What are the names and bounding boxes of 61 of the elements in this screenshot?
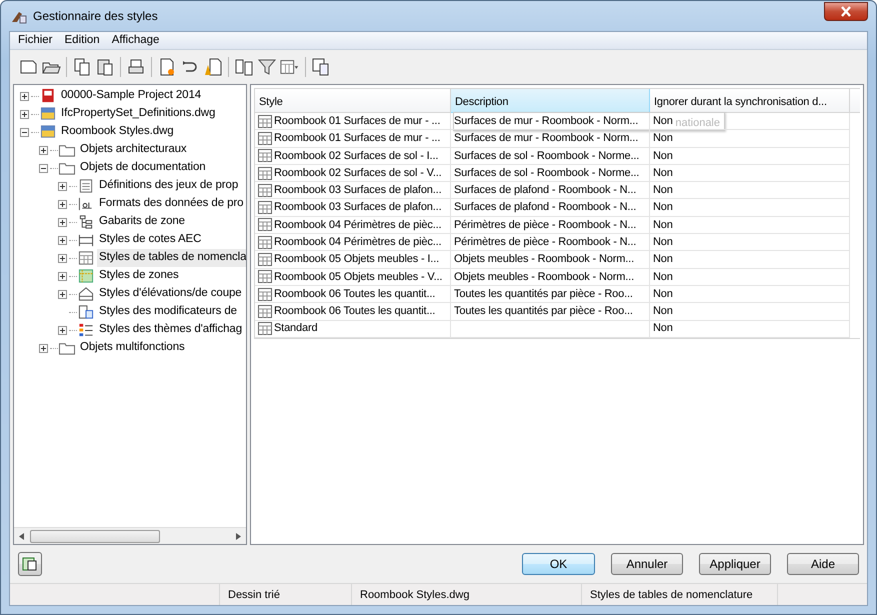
status-text: Dessin trié xyxy=(220,584,352,605)
table-cell: Roombook 03 Surfaces de plafon... xyxy=(255,199,451,217)
tree-item[interactable]: Styles des thèmes d'affichag xyxy=(97,321,244,339)
table-cell: Objets meubles - Roombook - Norm... xyxy=(451,268,650,286)
tree-item[interactable]: Définitions des jeux de prop xyxy=(97,177,240,195)
table-cell: Non xyxy=(650,251,850,269)
table-cell: Roombook 03 Surfaces de plafon... xyxy=(255,182,451,200)
table-cell: Non xyxy=(650,164,850,182)
table-cell: Roombook 01 Surfaces de mur - ... xyxy=(255,113,451,130)
menu-item[interactable]: Edition xyxy=(58,32,106,50)
dialog-button[interactable]: Annuler xyxy=(611,553,683,575)
dialog-button[interactable]: Aide xyxy=(787,553,859,575)
table-cell: Non xyxy=(650,286,850,304)
menu-item[interactable]: Fichier xyxy=(12,32,59,50)
table-cell: Non xyxy=(650,268,850,286)
tree-item[interactable]: Styles de zones xyxy=(97,267,181,285)
tree-item[interactable]: Roombook Styles.dwg xyxy=(59,123,176,141)
status-text: Styles de tables de nomenclature xyxy=(582,584,778,605)
tree-item[interactable]: Styles d'élévations/de coupe xyxy=(97,285,244,303)
table-cell: Non xyxy=(650,303,850,321)
table-cell: Roombook 02 Surfaces de sol - I... xyxy=(255,148,451,165)
table-cell: Surfaces de sol - Roombook - Norme... xyxy=(451,148,650,165)
tree-item[interactable]: Gabarits de zone xyxy=(97,213,187,231)
table-cell: Roombook 05 Objets meubles - V... xyxy=(255,268,451,286)
table-cell: Toutes les quantités par pièce - Roo... xyxy=(451,303,650,321)
column-header[interactable]: Style xyxy=(255,89,451,113)
table-cell: Roombook 05 Objets meubles - I... xyxy=(255,251,451,269)
menu-item[interactable]: Affichage xyxy=(106,32,166,50)
table-cell: Surfaces de sol - Roombook - Norme... xyxy=(451,164,650,182)
table-cell: Objets meubles - Roombook - Norm... xyxy=(451,251,650,269)
column-header[interactable]: Description xyxy=(451,89,650,113)
tree-item[interactable]: Styles des modificateurs de xyxy=(97,303,239,321)
table-cell: Surfaces de plafond - Roombook - N... xyxy=(451,199,650,217)
table-cell: Non xyxy=(650,320,850,338)
tree-item[interactable]: IfcPropertySet_Definitions.dwg xyxy=(59,105,218,123)
table-cell: Périmètres de pièce - Roombook - N... xyxy=(451,234,650,252)
tree-item[interactable]: Objets de documentation xyxy=(78,159,208,177)
table-cell: Non xyxy=(650,234,850,252)
tree-item[interactable]: 00000-Sample Project 2014 xyxy=(59,87,204,105)
table-cell: Non xyxy=(650,199,850,217)
tree-item[interactable]: Styles de cotes AEC xyxy=(97,231,204,249)
tree-item[interactable]: Objets architecturaux xyxy=(78,141,189,159)
table-cell: Non xyxy=(650,216,850,234)
table-cell: Périmètres de pièce - Roombook - N... xyxy=(451,216,650,234)
table-cell: Roombook 06 Toutes les quantit... xyxy=(255,286,451,304)
window-title: Gestionnaire des styles xyxy=(33,8,158,25)
dialog-button[interactable]: Appliquer xyxy=(699,553,771,575)
table-cell: Roombook 04 Périmètres de pièc... xyxy=(255,216,451,234)
table-cell: Roombook 04 Périmètres de pièc... xyxy=(255,234,451,252)
table-cell: Roombook 02 Surfaces de sol - V... xyxy=(255,164,451,182)
dialog-button[interactable]: OK xyxy=(522,553,595,575)
tree-item[interactable]: Objets multifonctions xyxy=(78,339,187,357)
tree-item[interactable]: Formats des données de pro xyxy=(97,195,246,213)
table-cell: Roombook 01 Surfaces de mur - ... xyxy=(255,130,451,148)
table-cell: Roombook 06 Toutes les quantit... xyxy=(255,303,451,321)
status-text: Roombook Styles.dwg xyxy=(352,584,582,605)
table-cell: Toutes les quantités par pièce - Roo... xyxy=(451,286,650,304)
table-cell: Standard xyxy=(255,320,451,338)
table-cell: Non xyxy=(650,148,850,165)
table-cell: Surfaces de plafond - Roombook - N... xyxy=(451,182,650,200)
table-cell: Non xyxy=(650,182,850,200)
